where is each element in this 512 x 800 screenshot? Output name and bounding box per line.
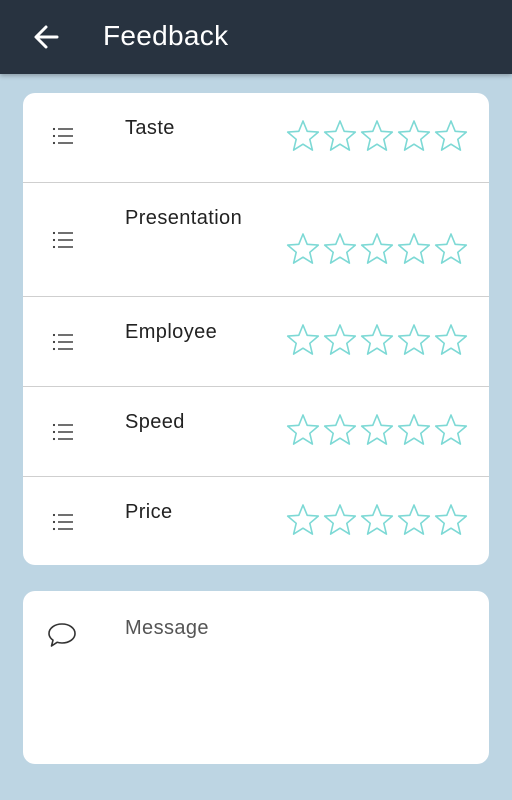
star-icon[interactable] [322,502,358,538]
star-icon[interactable] [285,502,321,538]
star-icon[interactable] [396,118,432,154]
rating-label: Employee [125,321,218,343]
star-icon[interactable] [285,118,321,154]
star-icon[interactable] [396,502,432,538]
list-icon [52,333,73,351]
star-icon[interactable] [359,231,395,267]
star-icon[interactable] [433,118,469,154]
rating-label: Taste [125,117,175,139]
star-icon[interactable] [322,322,358,358]
rating-label: Presentation [125,207,243,229]
rating-label: Price [125,501,173,523]
star-icon[interactable] [285,231,321,267]
star-icon[interactable] [359,502,395,538]
comment-icon [48,623,76,647]
star-icon[interactable] [433,412,469,448]
star-icon[interactable] [396,322,432,358]
star-rating[interactable] [285,322,470,358]
star-icon[interactable] [433,502,469,538]
app-bar: Feedback [0,0,512,74]
star-rating[interactable] [285,231,470,267]
star-icon[interactable] [322,412,358,448]
star-icon[interactable] [433,231,469,267]
star-icon[interactable] [359,412,395,448]
list-icon [52,423,73,441]
star-icon[interactable] [359,118,395,154]
ratings-card: Taste Presentation Employee Speed Price [23,93,489,565]
list-icon [52,513,73,531]
message-input[interactable] [123,613,467,751]
list-icon [52,231,73,249]
star-icon[interactable] [285,412,321,448]
back-button[interactable] [24,15,68,59]
rating-row-employee: Employee [23,297,489,387]
star-icon[interactable] [396,412,432,448]
star-rating[interactable] [285,412,470,448]
star-icon[interactable] [359,322,395,358]
star-icon[interactable] [285,322,321,358]
star-rating[interactable] [285,118,470,154]
star-rating[interactable] [285,502,470,538]
message-card [23,591,489,764]
rating-row-taste: Taste [23,93,489,183]
rating-label: Speed [125,411,185,433]
list-icon [52,127,73,145]
star-icon[interactable] [322,118,358,154]
rating-row-speed: Speed [23,387,489,477]
star-icon[interactable] [322,231,358,267]
rating-row-price: Price [23,477,489,567]
rating-row-presentation: Presentation [23,183,489,297]
arrow-left-icon [34,25,59,49]
star-icon[interactable] [396,231,432,267]
star-icon[interactable] [433,322,469,358]
page-title: Feedback [103,20,229,51]
